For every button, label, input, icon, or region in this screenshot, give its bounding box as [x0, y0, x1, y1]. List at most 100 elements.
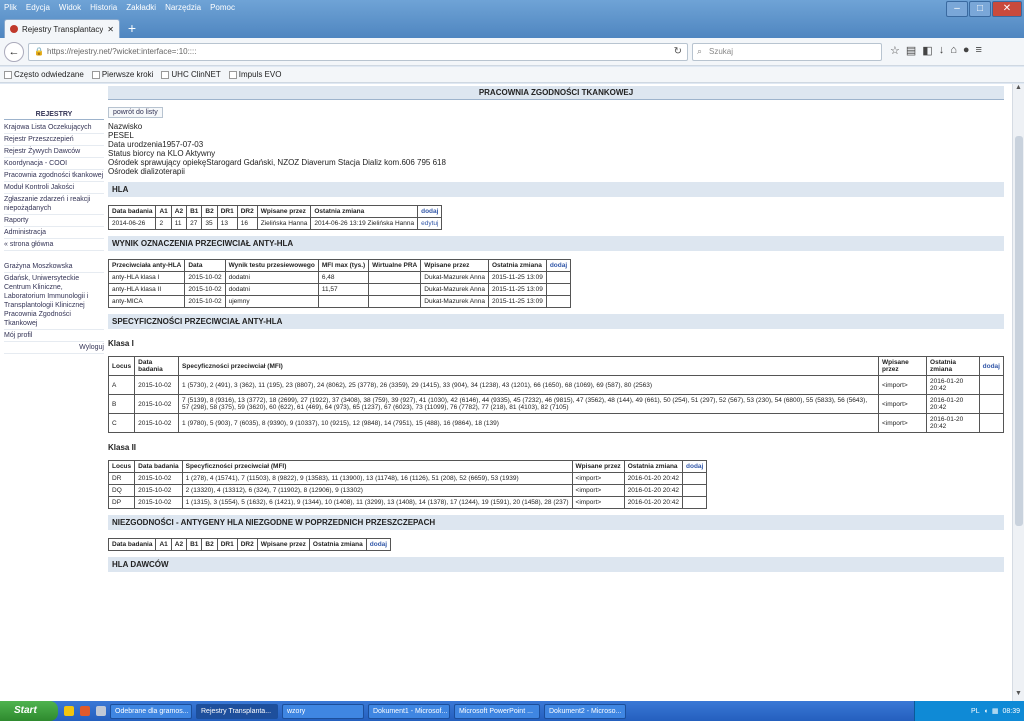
menu-icon[interactable]: ≡ [976, 44, 982, 57]
table-cell: 16 [236, 217, 258, 230]
menu-bar: Plik Edycja Widok Historia Zakładki Narzędzia… [4, 3, 235, 15]
download-icon[interactable]: ↓ [939, 44, 945, 57]
table-cell: <import> [878, 375, 928, 395]
column-header: Data badania [134, 460, 183, 473]
add-button[interactable]: dodaj [978, 356, 1005, 376]
taskbar-item-0[interactable]: Odebrane dla gramos... [110, 703, 192, 719]
search-input[interactable]: ⌕ Szukaj [692, 43, 882, 61]
table-cell: 2015-11-25 13:09 [487, 271, 547, 284]
menu-item-0[interactable]: Plik [4, 3, 17, 15]
sidebar-item-1[interactable]: Rejestr Przeszczepień [4, 134, 104, 146]
bookmark-item-0[interactable]: Często odwiedzane [4, 70, 84, 79]
close-window-icon[interactable]: ✕ [992, 1, 1022, 17]
table-cell: 13 [216, 217, 238, 230]
specificity-section-header: SPECYFICZNOŚCI PRZECIWCIAŁ ANTY-HLA [108, 314, 1004, 329]
scroll-thumb[interactable] [1015, 136, 1023, 526]
add-button[interactable]: dodaj [682, 460, 708, 473]
minimize-icon[interactable]: – [946, 1, 968, 17]
pocket-icon[interactable]: ◧ [922, 44, 932, 57]
page-title: PRACOWNIA ZGODNOŚCI TKANKOWEJ [108, 86, 1004, 100]
sidebar-item-6[interactable]: Zgłaszanie zdarzeń i reakcji niepożądany… [4, 194, 104, 215]
table-cell: 11 [170, 217, 188, 230]
table-cell: 1 (278), 4 (15741), 7 (11503), 8 (9822),… [181, 472, 573, 485]
sidebar-item-9[interactable]: « strona główna [4, 239, 104, 251]
bookmark-item-2[interactable]: UHC ClinNET [161, 70, 221, 79]
add-button[interactable]: dodaj [545, 259, 572, 272]
table-cell: 27 [186, 217, 203, 230]
bookmark-label: Pierwsze kroki [101, 70, 154, 79]
scroll-down-icon[interactable]: ▼ [1013, 690, 1024, 701]
taskbar-item-2[interactable]: wzory [282, 703, 364, 719]
bookmark-label: Impuls EVO [238, 70, 282, 79]
browser-tab[interactable]: Rejestry Transplantacyjne Ministe... ✕ [4, 19, 120, 38]
bookmark-icon [91, 70, 100, 79]
menu-item-4[interactable]: Zakładki [126, 3, 156, 15]
sidebar-menu: Krajowa Lista Oczekujących Rejestr Przesz… [4, 122, 104, 251]
add-button[interactable]: dodaj [417, 205, 443, 218]
quick-launch-icon[interactable] [64, 706, 74, 716]
table-cell: anty-HLA klasa II [107, 283, 186, 296]
table-cell: dodatni [224, 271, 319, 284]
column-header: MFI max (tys.) [317, 259, 370, 272]
taskbar-item-5[interactable]: Dokument2 - Microso... [544, 703, 626, 719]
table-row: B 2015-10-02 7 (5139), 8 (9316), 13 (3772)… [107, 394, 1005, 414]
sidebar-item-8[interactable]: Administracja [4, 227, 104, 239]
sidebar-item-3[interactable]: Koordynacja - COOI [4, 158, 104, 170]
network-icon[interactable]: ▦ [992, 707, 999, 715]
column-header: A1 [155, 205, 172, 218]
menu-item-3[interactable]: Historia [90, 3, 117, 15]
bookmark-item-3[interactable]: Impuls EVO [228, 70, 282, 79]
reading-list-icon[interactable]: ▤ [906, 44, 916, 57]
navigation-bar: ← 🔒 https://rejestry.net/?wicket:interfa… [0, 38, 1024, 66]
menu-item-1[interactable]: Edycja [26, 3, 50, 15]
reload-icon[interactable]: ↻ [674, 46, 682, 57]
menu-item-5[interactable]: Narzędzia [165, 3, 201, 15]
edit-link[interactable]: edytuj [417, 217, 443, 230]
page-scrollbar[interactable]: ▲ ▼ [1012, 84, 1024, 701]
browser-titlebar: Plik Edycja Widok Historia Zakładki Narzędzia… [0, 0, 1024, 38]
url-bar[interactable]: 🔒 https://rejestry.net/?wicket:interface… [28, 43, 688, 61]
menu-item-6[interactable]: Pomoc [210, 3, 235, 15]
search-placeholder: Szukaj [709, 47, 734, 56]
table-cell: 2015-10-02 [184, 295, 226, 308]
table-row: anty-HLA klasa II 2015-10-02 dodatni 11,57 D… [107, 283, 572, 296]
page-viewport: PRACOWNIA ZGODNOŚCI TKANKOWEJ REJESTRY K… [0, 84, 1012, 701]
firefox-quick-icon[interactable] [80, 706, 90, 716]
column-header: B2 [201, 205, 218, 218]
antibody-table: Przeciwciała anty-HLA Data Wynik testu prz… [107, 259, 572, 308]
maximize-icon[interactable]: □ [969, 1, 991, 17]
start-button[interactable]: Start [0, 701, 58, 721]
logout-link[interactable]: Wyloguj [4, 342, 104, 354]
header-row: Data badania A1 A2 B1 B2 DR1 DR2 Wpisane przez O… [107, 205, 443, 218]
taskbar-item-3[interactable]: Dokument1 - Microsof... [368, 703, 450, 719]
sidebar-item-7[interactable]: Raporty [4, 215, 104, 227]
table-cell: B [107, 394, 136, 414]
new-tab-button[interactable]: + [124, 20, 140, 36]
table-cell: Dukat-Mazurek Anna [420, 295, 489, 308]
volume-icon[interactable]: ◖ [984, 708, 988, 715]
sidebar-item-4[interactable]: Pracownia zgodności tkankowej [4, 170, 104, 182]
class1-table: Locus Data badania Specyficzności przeciwc… [107, 356, 1005, 433]
table-cell: ujemny [224, 295, 319, 308]
language-indicator[interactable]: PL [971, 708, 980, 715]
bookmark-item-1[interactable]: Pierwsze kroki [91, 70, 154, 79]
back-button[interactable]: ← [4, 42, 24, 62]
table-cell: 2 (13320), 4 (13312), 6 (324), 7 (11902)… [181, 484, 573, 497]
back-to-list-button[interactable]: powrót do listy [108, 107, 163, 118]
folder-quick-icon[interactable] [96, 706, 106, 716]
sidebar-item-0[interactable]: Krajowa Lista Oczekujących [4, 122, 104, 134]
profile-link[interactable]: Mój profil [4, 330, 104, 342]
taskbar-item-4[interactable]: Microsoft PowerPoint ... [454, 703, 540, 719]
chat-icon[interactable]: ● [963, 44, 970, 57]
taskbar-item-1[interactable]: Rejestry Transplanta... [196, 703, 278, 719]
home-icon[interactable]: ⌂ [950, 44, 957, 57]
bookmark-star-icon[interactable]: ☆ [890, 44, 900, 57]
menu-item-2[interactable]: Widok [59, 3, 81, 15]
sidebar-item-2[interactable]: Rejestr Żywych Dawców [4, 146, 104, 158]
sidebar-item-5[interactable]: Moduł Kontroli Jakości [4, 182, 104, 194]
table-cell: 2 [155, 217, 172, 230]
add-button[interactable]: dodaj [365, 538, 392, 551]
close-tab-icon[interactable]: ✕ [107, 25, 114, 34]
table-cell: 2015-10-02 [134, 472, 183, 485]
scroll-up-icon[interactable]: ▲ [1013, 84, 1024, 95]
